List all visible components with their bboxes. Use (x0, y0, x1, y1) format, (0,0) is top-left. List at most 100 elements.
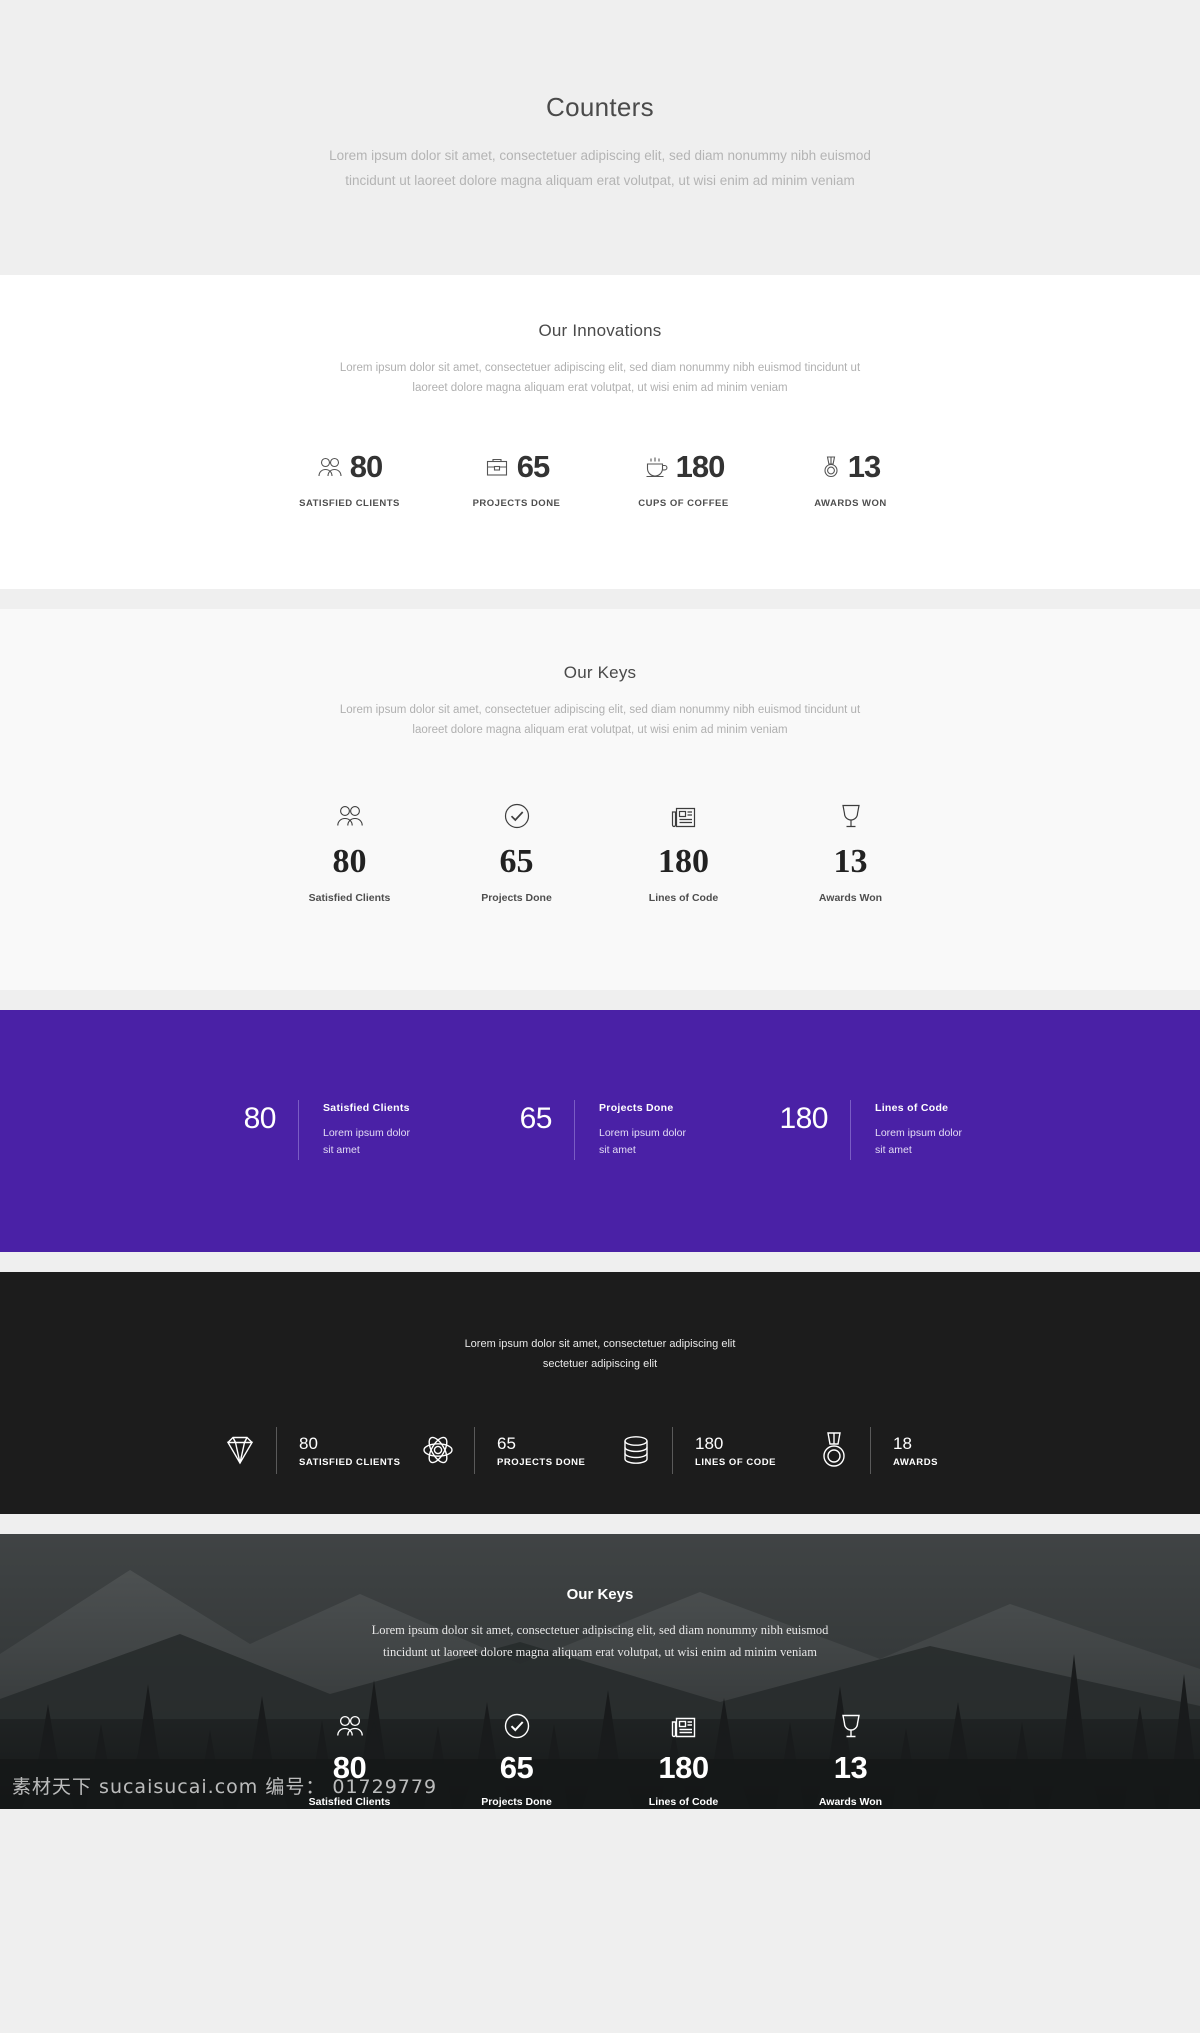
counter-item: 65 PROJECTS DONE (402, 1426, 600, 1474)
counter-label: Awards Won (818, 1795, 883, 1808)
section-divider (0, 989, 1200, 1010)
diamond-icon (204, 1430, 276, 1470)
keys-light-header: Our Keys Lorem ipsum dolor sit amet, con… (0, 663, 1200, 741)
counter-label: SATISFIED CLIENTS (299, 1456, 401, 1468)
counter-item: 180 Lines of Code (600, 799, 767, 904)
hero-subtitle: Lorem ipsum dolor sit amet, consectetuer… (329, 144, 871, 194)
counter-item: 13 AWARDS WON (767, 449, 934, 509)
counter-label: SATISFIED CLIENTS (299, 497, 400, 509)
counter-item: 13 Awards Won (767, 1710, 934, 1808)
counter-description: Lorem ipsum dolor sit amet (875, 1125, 985, 1160)
counter-value: 65 (497, 1433, 516, 1453)
counter-value: 65 (499, 842, 534, 880)
keys-light-title: Our Keys (563, 662, 637, 682)
counter-description-line-1: Lorem ipsum dolor (875, 1126, 962, 1139)
counter-label: PROJECTS DONE (472, 497, 561, 509)
counter-label: AWARDS (893, 1456, 938, 1468)
counter-item: 65 Projects Done (433, 799, 600, 904)
counter-label: Projects Done (481, 1795, 552, 1808)
counter-value: 180 (675, 449, 726, 485)
counter-title: Projects Done (599, 1101, 674, 1114)
counter-value: 180 (658, 1749, 709, 1785)
keys-light-subtitle-line-1: Lorem ipsum dolor sit amet, consectetuer… (339, 703, 861, 716)
innovations-subtitle-line-1: Lorem ipsum dolor sit amet, consectetuer… (339, 362, 861, 374)
counter-label: Lines of Code (648, 1795, 719, 1808)
users-icon (266, 1710, 433, 1742)
dark-subtitle-line-1: Lorem ipsum dolor sit amet, consectetuer… (464, 1337, 736, 1350)
counter-value: 180 (695, 1433, 724, 1453)
medal-icon (821, 455, 841, 479)
keys-light-section: Our Keys Lorem ipsum dolor sit amet, con… (0, 608, 1200, 990)
counter-item: 65 PROJECTS DONE (433, 449, 600, 509)
counter-item: 80 SATISFIED CLIENTS (266, 449, 433, 509)
counter-value: 13 (847, 449, 881, 485)
trophy-icon (767, 799, 934, 833)
counter-value: 18 (893, 1433, 912, 1453)
dark-counter-section: Lorem ipsum dolor sit amet, consectetuer… (0, 1271, 1200, 1514)
hero-subtitle-line-1: Lorem ipsum dolor sit amet, consectetuer… (329, 147, 871, 163)
trophy-icon (767, 1710, 934, 1742)
counter-value: 13 (833, 1749, 868, 1785)
page-title: Counters (546, 91, 654, 122)
counter-label: Awards Won (818, 891, 883, 904)
counter-description-line-2: sit amet (875, 1144, 912, 1157)
users-icon (317, 456, 343, 478)
keys-light-subtitle: Lorem ipsum dolor sit amet, consectetuer… (330, 700, 870, 741)
counter-item: 180 Lines of Code Lorem ipsum dolor sit … (738, 1099, 1014, 1160)
counter-label: Satisfied Clients (308, 891, 391, 904)
counter-label: PROJECTS DONE (497, 1456, 586, 1468)
photo-counter-section: Our Keys Lorem ipsum dolor sit amet, con… (0, 1533, 1200, 1809)
counter-title: Lines of Code (875, 1101, 949, 1114)
keys-light-counter-row: 80 Satisfied Clients 65 Projects Done 18… (0, 799, 1200, 904)
counter-value: 13 (833, 842, 868, 880)
photo-subtitle: Lorem ipsum dolor sit amet, consectetuer… (310, 1620, 890, 1664)
counter-value: 80 (332, 842, 367, 880)
counter-item: 80 Satisfied Clients Lorem ipsum dolor s… (186, 1099, 462, 1160)
counter-value: 80 (243, 1101, 277, 1135)
counter-item: 80 Satisfied Clients (266, 799, 433, 904)
purple-counter-row: 80 Satisfied Clients Lorem ipsum dolor s… (186, 1099, 1014, 1160)
users-icon (266, 799, 433, 833)
hero-subtitle-line-2: tincidunt ut laoreet dolore magna aliqua… (345, 172, 855, 188)
counter-label: AWARDS WON (814, 497, 887, 509)
briefcase-icon (484, 456, 510, 478)
innovations-header: Our Innovations Lorem ipsum dolor sit am… (0, 321, 1200, 399)
coffee-cup-icon (643, 455, 669, 479)
database-icon (600, 1430, 672, 1470)
innovations-subtitle: Lorem ipsum dolor sit amet, consectetuer… (330, 358, 870, 399)
counter-item: 180 Lines of Code (600, 1710, 767, 1808)
counter-item: 80 SATISFIED CLIENTS (204, 1426, 402, 1474)
check-circle-icon (433, 799, 600, 833)
counter-label: Projects Done (481, 891, 552, 904)
photo-subtitle-line-1: Lorem ipsum dolor sit amet, consectetuer… (371, 1622, 829, 1637)
counter-item: 13 Awards Won (767, 799, 934, 904)
section-divider (0, 1513, 1200, 1534)
counter-title: Satisfied Clients (323, 1101, 410, 1114)
counter-description-line-1: Lorem ipsum dolor (323, 1126, 410, 1139)
counter-description-line-2: sit amet (323, 1144, 360, 1157)
counter-item: 65 Projects Done (433, 1710, 600, 1808)
dark-counter-row: 80 SATISFIED CLIENTS 65 PROJECTS DONE 18… (0, 1426, 1200, 1474)
innovations-section: Our Innovations Lorem ipsum dolor sit am… (0, 275, 1200, 589)
medal-icon (798, 1429, 870, 1471)
counter-description: Lorem ipsum dolor sit amet (323, 1125, 433, 1160)
photo-subtitle-line-2: tincidunt ut laoreet dolore magna aliqua… (383, 1644, 817, 1659)
counter-description-line-2: sit amet (599, 1144, 636, 1157)
counter-item: 180 CUPS OF COFFEE (600, 449, 767, 509)
page-root: Counters Lorem ipsum dolor sit amet, con… (0, 0, 1200, 1809)
counter-value: 180 (658, 842, 709, 880)
counter-label: CUPS OF COFFEE (638, 497, 729, 509)
atom-icon (402, 1430, 474, 1470)
counter-description: Lorem ipsum dolor sit amet (599, 1125, 709, 1160)
dark-subtitle: Lorem ipsum dolor sit amet, consectetuer… (0, 1334, 1200, 1375)
counter-value: 80 (349, 449, 383, 485)
counter-value: 65 (516, 449, 550, 485)
innovations-counter-row: 80 SATISFIED CLIENTS 65 PROJECTS DONE 18… (0, 449, 1200, 509)
counter-description-line-1: Lorem ipsum dolor (599, 1126, 686, 1139)
counter-value: 65 (499, 1749, 534, 1785)
counter-value: 65 (519, 1101, 553, 1135)
counter-label: Lines of Code (648, 891, 719, 904)
section-divider (0, 1251, 1200, 1272)
counter-item: 180 LINES OF CODE (600, 1426, 798, 1474)
check-circle-icon (433, 1710, 600, 1742)
